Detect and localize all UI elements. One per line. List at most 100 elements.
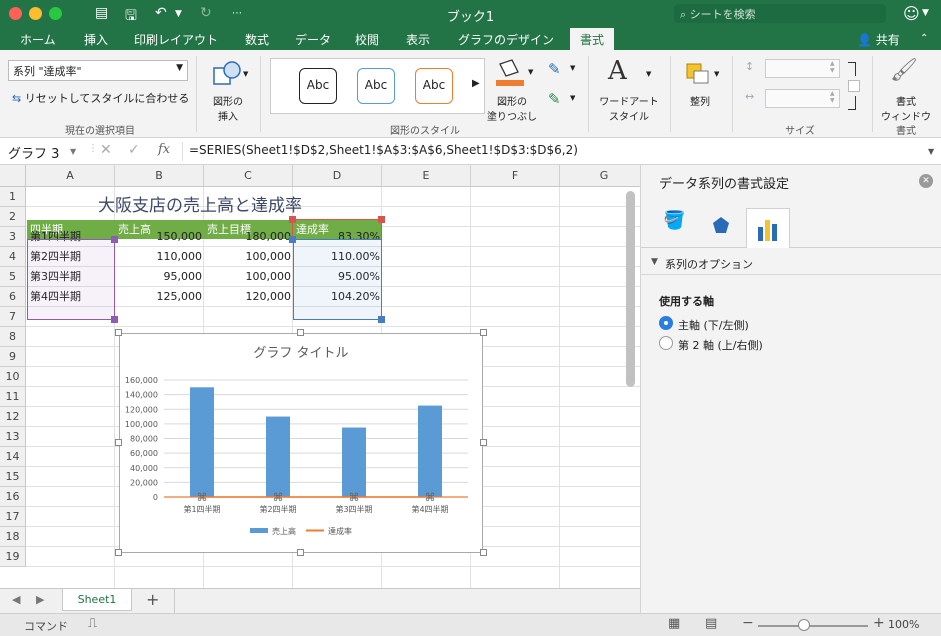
column-header-g[interactable]: G bbox=[560, 165, 640, 187]
style-blue-outline[interactable]: Abc bbox=[357, 68, 395, 104]
tab-format[interactable]: 書式 bbox=[570, 28, 615, 50]
arrange-button[interactable] bbox=[685, 62, 709, 84]
zoom-slider-thumb[interactable] bbox=[798, 619, 810, 631]
line-point-handle-4[interactable]: ⌘ bbox=[425, 491, 436, 504]
cancel-formula-icon[interactable]: ✕ bbox=[100, 142, 112, 158]
collapse-ribbon-icon[interactable]: ⌃ bbox=[920, 33, 928, 44]
expand-formula-icon[interactable]: ▼ bbox=[928, 147, 934, 156]
worksheet-grid[interactable]: ABCDEFG 1 2 3 4 5 6 7 8 9 10 11 12 13 14 15 16 17 18 19 大阪… bbox=[0, 165, 640, 588]
wordart-dropdown-icon[interactable]: ▼ bbox=[646, 70, 651, 78]
tab-chart-design[interactable]: グラフのデザイン bbox=[458, 31, 554, 48]
row-header-3[interactable]: 3 bbox=[0, 227, 26, 247]
bar-3[interactable] bbox=[342, 427, 366, 497]
formula-input[interactable]: =SERIES(Sheet1!$D$2,Sheet1!$A$3:$A$6,She… bbox=[189, 143, 578, 157]
cell-c5[interactable]: 100,000 bbox=[205, 267, 294, 287]
y-tick-label-3[interactable]: 60,000 bbox=[130, 449, 158, 458]
effects-tab-icon[interactable] bbox=[711, 215, 731, 238]
primary-axis-radio[interactable] bbox=[659, 316, 673, 330]
row-header-10[interactable]: 10 bbox=[0, 367, 26, 387]
sheet-title-cell[interactable]: 大阪支店の売上高と達成率 bbox=[95, 194, 305, 218]
paintbrush-icon[interactable]: 🖌 bbox=[890, 58, 918, 83]
sheet-tab-sheet1[interactable]: Sheet1 bbox=[62, 589, 132, 611]
row-header-5[interactable]: 5 bbox=[0, 267, 26, 287]
bar-4[interactable] bbox=[418, 405, 442, 497]
line-point-handle-3[interactable]: ⌘ bbox=[349, 491, 360, 504]
row-header-11[interactable]: 11 bbox=[0, 387, 26, 407]
tab-insert[interactable]: 挿入 bbox=[84, 31, 108, 48]
y-tick-label-8[interactable]: 160,000 bbox=[125, 376, 158, 385]
style-black-outline[interactable]: Abc bbox=[299, 68, 337, 104]
row-header-13[interactable]: 13 bbox=[0, 427, 26, 447]
tab-formulas[interactable]: 数式 bbox=[245, 31, 269, 48]
cell-c6[interactable]: 120,000 bbox=[205, 287, 294, 307]
sheet-search-input[interactable]: ⌕ シートを検索 bbox=[674, 4, 886, 23]
height-stepper[interactable]: ▲ ▼ bbox=[830, 60, 835, 74]
select-all-corner[interactable] bbox=[0, 165, 26, 187]
y-tick-label-2[interactable]: 40,000 bbox=[130, 464, 158, 473]
cell-b3[interactable]: 150,000 bbox=[116, 227, 205, 247]
tab-review[interactable]: 校閲 bbox=[355, 31, 379, 48]
column-header-d[interactable]: D bbox=[293, 165, 382, 187]
row-header-7[interactable]: 7 bbox=[0, 307, 26, 327]
shape-effects-icon[interactable]: ✎ bbox=[548, 90, 561, 108]
macro-record-icon[interactable]: ⎍ bbox=[88, 616, 97, 631]
x-tick-label-2[interactable]: 第2四半期 bbox=[259, 504, 296, 514]
zoom-out-icon[interactable]: − bbox=[742, 615, 754, 631]
chart-element-selector[interactable]: 系列 "達成率" ▼ bbox=[8, 60, 188, 81]
style-orange-outline[interactable]: Abc bbox=[415, 68, 453, 104]
cell-c4[interactable]: 100,000 bbox=[205, 247, 294, 267]
close-pane-icon[interactable]: ✕ bbox=[919, 174, 933, 188]
column-header-a[interactable]: A bbox=[26, 165, 115, 187]
row-header-12[interactable]: 12 bbox=[0, 407, 26, 427]
row-header-16[interactable]: 16 bbox=[0, 487, 26, 507]
name-box[interactable]: グラフ 3 bbox=[4, 142, 68, 162]
y-tick-label-6[interactable]: 120,000 bbox=[125, 405, 158, 414]
chart-object[interactable]: グラフ タイトル 0 20,000 40,000 60,000 80,000 100,000… bbox=[119, 333, 483, 553]
tab-view[interactable]: 表示 bbox=[406, 31, 430, 48]
x-tick-label-1[interactable]: 第1四半期 bbox=[183, 504, 220, 514]
row-header-17[interactable]: 17 bbox=[0, 507, 26, 527]
confirm-formula-icon[interactable]: ✓ bbox=[128, 142, 140, 158]
legend-label-achievement[interactable]: 達成率 bbox=[328, 526, 352, 536]
pen-outline-icon[interactable]: ✎ bbox=[548, 60, 561, 78]
cell-b6[interactable]: 125,000 bbox=[116, 287, 205, 307]
chart-svg[interactable]: グラフ タイトル 0 20,000 40,000 60,000 80,000 100,000… bbox=[120, 334, 482, 552]
bar-1[interactable] bbox=[190, 387, 214, 497]
row-header-15[interactable]: 15 bbox=[0, 467, 26, 487]
zoom-slider[interactable] bbox=[758, 625, 868, 627]
column-header-b[interactable]: B bbox=[115, 165, 204, 187]
shape-width-input[interactable] bbox=[765, 89, 840, 108]
tab-data[interactable]: データ bbox=[295, 31, 331, 48]
fill-line-tab-icon[interactable]: 🪣 bbox=[663, 210, 685, 231]
page-layout-view-icon[interactable]: ▤ bbox=[705, 616, 717, 631]
normal-view-icon[interactable]: ▦ bbox=[668, 616, 680, 631]
name-box-dropdown-icon[interactable]: ▼ bbox=[70, 147, 76, 156]
reset-to-match-style-button[interactable]: ⇆ リセットしてスタイルに合わせる bbox=[12, 90, 189, 106]
row-header-1[interactable]: 1 bbox=[0, 187, 26, 207]
gallery-more-icon[interactable]: ▶ bbox=[472, 78, 480, 89]
insert-shape-dropdown-icon[interactable]: ▼ bbox=[243, 70, 248, 78]
shape-height-input[interactable] bbox=[765, 59, 840, 78]
width-stepper[interactable]: ▲ ▼ bbox=[830, 90, 835, 104]
y-tick-label-7[interactable]: 140,000 bbox=[125, 391, 158, 400]
legend-swatch-sales[interactable] bbox=[250, 528, 268, 533]
y-tick-label-4[interactable]: 80,000 bbox=[130, 435, 158, 444]
function-icon[interactable]: fx bbox=[158, 142, 170, 157]
next-sheet-icon[interactable]: ▶ bbox=[36, 593, 44, 606]
row-header-4[interactable]: 4 bbox=[0, 247, 26, 267]
zoom-in-icon[interactable]: + bbox=[873, 615, 885, 631]
row-header-19[interactable]: 19 bbox=[0, 547, 26, 567]
row-header-8[interactable]: 8 bbox=[0, 327, 26, 347]
chart-title[interactable]: グラフ タイトル bbox=[253, 346, 348, 361]
row-header-2[interactable]: 2 bbox=[0, 207, 26, 227]
arrange-dropdown-icon[interactable]: ▼ bbox=[714, 70, 719, 78]
effects-dropdown-icon[interactable]: ▼ bbox=[570, 94, 575, 102]
line-point-handle-1[interactable]: ⌘ bbox=[197, 491, 208, 504]
feedback-dropdown-icon[interactable]: ▼ bbox=[922, 8, 929, 18]
column-header-f[interactable]: F bbox=[471, 165, 560, 187]
wordart-icon[interactable]: A bbox=[608, 56, 627, 86]
column-header-c[interactable]: C bbox=[204, 165, 293, 187]
secondary-axis-radio[interactable] bbox=[659, 336, 673, 350]
lock-aspect-checkbox[interactable] bbox=[848, 80, 860, 92]
shape-fill-button[interactable] bbox=[492, 56, 532, 90]
